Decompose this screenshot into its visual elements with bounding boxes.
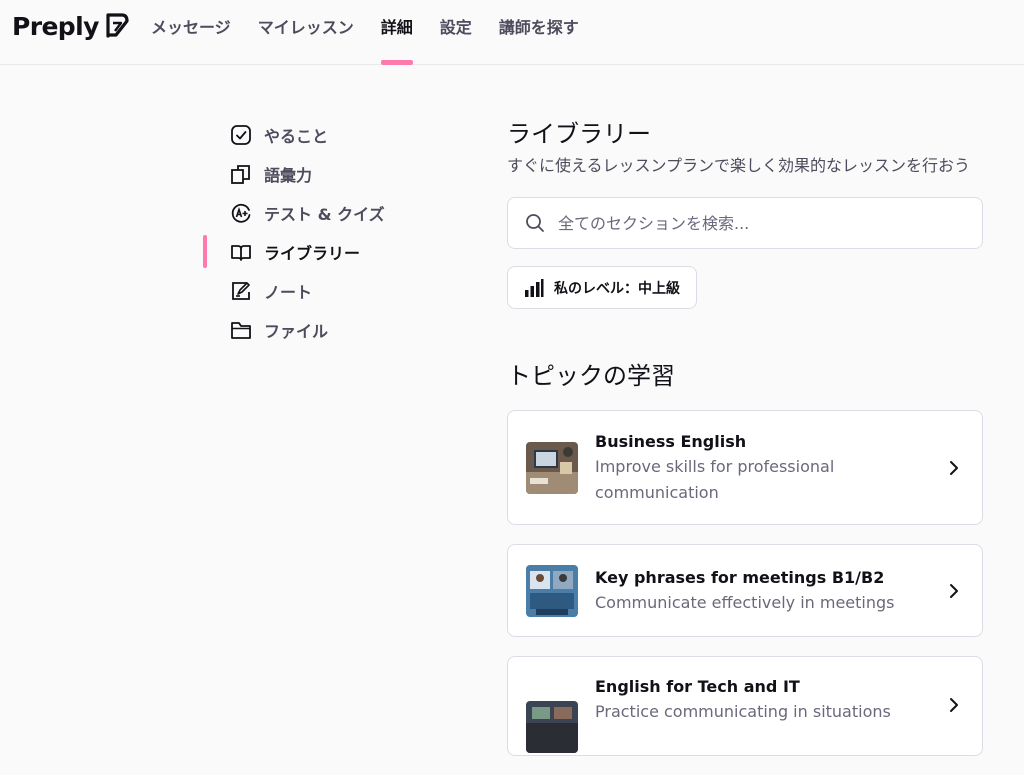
topic-card-tech-it[interactable]: English for Tech and IT Practice communi… bbox=[507, 656, 983, 756]
nav-item-details[interactable]: 詳細 bbox=[380, 0, 413, 65]
checkbox-icon bbox=[231, 124, 251, 145]
search-input[interactable] bbox=[558, 213, 938, 233]
sidebar-item-todo[interactable]: やること bbox=[203, 115, 443, 154]
section-title: トピックの学習 bbox=[507, 362, 675, 390]
chevron-right-icon bbox=[950, 460, 958, 475]
top-navigation: Preply メッセージ マイレッスン 詳細 設定 講師を探す bbox=[0, 0, 1024, 65]
page-subtitle: すぐに使えるレッスンプランで楽しく効果的なレッスンを行おう bbox=[507, 156, 971, 175]
topic-title: Business English bbox=[595, 431, 747, 451]
cards-icon bbox=[231, 164, 250, 184]
grade-icon bbox=[231, 203, 251, 223]
nav-item-settings[interactable]: 設定 bbox=[440, 0, 472, 65]
topic-thumbnail bbox=[526, 564, 578, 617]
logo-mark-icon bbox=[106, 13, 129, 38]
topic-description: Improve skills for professional communic… bbox=[595, 456, 835, 502]
topic-thumbnail bbox=[526, 701, 578, 753]
sidebar-item-library[interactable]: ライブラリー bbox=[203, 232, 443, 271]
sidebar-item-tests[interactable]: テスト & クイズ bbox=[203, 193, 443, 232]
topic-description: Communicate effectively in meetings bbox=[595, 592, 895, 612]
sidebar-item-label: ファイル bbox=[264, 321, 329, 341]
nav-item-find-tutors[interactable]: 講師を探す bbox=[499, 0, 579, 65]
chevron-right-icon bbox=[950, 583, 958, 598]
sidebar-item-vocabulary[interactable]: 語彙力 bbox=[203, 154, 443, 193]
topic-card-meetings[interactable]: Key phrases for meetings B1/B2 Communica… bbox=[507, 544, 983, 637]
meeting-photo-icon bbox=[526, 564, 578, 617]
folder-icon bbox=[231, 321, 251, 339]
topic-thumbnail bbox=[526, 441, 578, 494]
chevron-right-icon bbox=[950, 698, 958, 712]
sidebar-item-files[interactable]: ファイル bbox=[203, 310, 443, 349]
nav-item-messages[interactable]: メッセージ bbox=[151, 0, 231, 65]
topic-title: Key phrases for meetings B1/B2 bbox=[595, 567, 885, 587]
sidebar-item-label: テスト & クイズ bbox=[264, 204, 385, 224]
sidebar-item-label: ライブラリー bbox=[264, 243, 361, 263]
preply-logo[interactable]: Preply bbox=[12, 10, 130, 42]
sidebar-item-label: ノート bbox=[264, 282, 313, 302]
topic-list: Business English Improve skills for prof… bbox=[507, 410, 983, 756]
library-main: ライブラリー すぐに使えるレッスンプランで楽しく効果的なレッスンを行おう 私のレ… bbox=[507, 118, 983, 775]
business-photo-icon bbox=[526, 441, 578, 494]
book-icon bbox=[231, 244, 251, 261]
tech-photo-icon bbox=[526, 701, 578, 753]
note-icon bbox=[232, 281, 250, 300]
level-label: 私のレベル：中上級 bbox=[554, 280, 680, 297]
search-icon bbox=[526, 214, 544, 232]
logo-text: Preply bbox=[12, 11, 99, 41]
sidebar-item-label: やること bbox=[264, 126, 329, 146]
level-button[interactable]: 私のレベル：中上級 bbox=[507, 266, 697, 309]
nav-item-my-lessons[interactable]: マイレッスン bbox=[258, 0, 354, 65]
signal-bars-icon bbox=[525, 278, 544, 297]
page-title: ライブラリー bbox=[507, 120, 651, 148]
topic-card-business-english[interactable]: Business English Improve skills for prof… bbox=[507, 410, 983, 525]
sidebar-item-notes[interactable]: ノート bbox=[203, 271, 443, 310]
topic-title: English for Tech and IT bbox=[595, 677, 800, 696]
search-box[interactable] bbox=[507, 197, 983, 249]
topic-description: Practice communicating in situations bbox=[595, 702, 891, 721]
main-nav: メッセージ マイレッスン 詳細 設定 講師を探す bbox=[151, 0, 606, 65]
sidebar-menu: やること 語彙力 テスト & クイズ ライブラリー ノート ファイル bbox=[203, 115, 443, 349]
sidebar-item-label: 語彙力 bbox=[264, 165, 313, 185]
